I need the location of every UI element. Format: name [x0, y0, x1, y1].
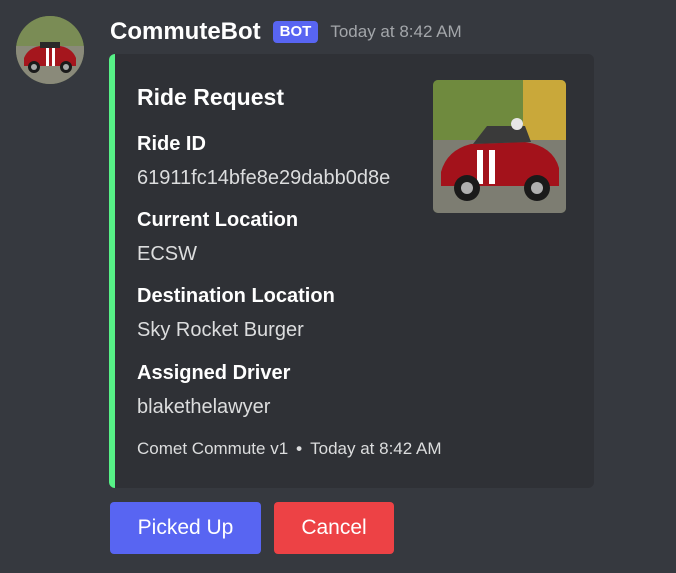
- bot-avatar[interactable]: [16, 16, 84, 84]
- field-name-current-location: Current Location: [137, 209, 299, 231]
- embed-title: Ride Request: [137, 84, 284, 110]
- ride-request-embed: Ride Request Ride ID 61911fc14bfe8e29dab…: [109, 54, 594, 488]
- embed-accent-bar: [109, 54, 115, 488]
- field-name-assigned-driver: Assigned Driver: [137, 362, 291, 384]
- field-name-ride-id: Ride ID: [137, 133, 206, 155]
- footer-separator: •: [296, 439, 303, 458]
- field-value-current-location: ECSW: [137, 243, 197, 265]
- car-photo-icon: [16, 16, 84, 84]
- field-value-assigned-driver: blakethelawyer: [137, 396, 271, 418]
- field-value-destination-location: Sky Rocket Burger: [137, 319, 304, 341]
- embed-footer: Comet Commute v1 • Today at 8:42 AM: [137, 439, 442, 459]
- footer-text: Comet Commute v1: [137, 439, 289, 458]
- message-timestamp: Today at 8:42 AM: [330, 22, 462, 41]
- author-name[interactable]: CommuteBot: [110, 18, 261, 46]
- field-name-destination-location: Destination Location: [137, 285, 335, 307]
- footer-timestamp: Today at 8:42 AM: [310, 439, 442, 458]
- embed-thumbnail[interactable]: [433, 80, 566, 213]
- message-header: CommuteBot BOT Today at 8:42 AM: [110, 16, 462, 48]
- bot-badge: BOT: [272, 21, 319, 43]
- cancel-button[interactable]: Cancel: [274, 502, 394, 554]
- field-value-ride-id: 61911fc14bfe8e29dabb0d8e: [137, 167, 391, 189]
- car-photo-icon: [433, 80, 566, 213]
- picked-up-button[interactable]: Picked Up: [110, 502, 261, 554]
